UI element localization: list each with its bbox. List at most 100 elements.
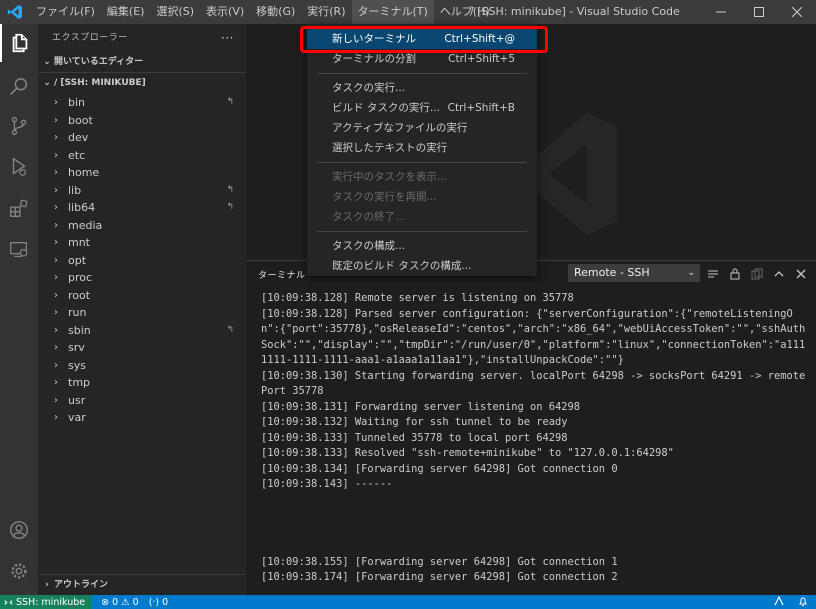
clear-output-icon[interactable]	[706, 267, 720, 281]
folder-item[interactable]: › sys	[38, 357, 246, 375]
error-count: 0	[112, 596, 119, 608]
panel-actions	[706, 261, 808, 287]
folder-item[interactable]: › home	[38, 164, 246, 182]
chevron-right-icon: ›	[54, 394, 58, 406]
remote-label: SSH: minikube	[16, 596, 86, 608]
outline-section[interactable]: › アウトライン	[38, 574, 248, 595]
folder-item[interactable]: › lib ↰	[38, 182, 246, 200]
workspace-root-section[interactable]: ⌄ / [SSH: MINIKUBE]	[38, 72, 246, 93]
feedback-icon[interactable]	[774, 595, 784, 609]
terminal-menu-item[interactable]: アクティブなファイルの実行	[307, 118, 537, 138]
folder-item[interactable]: › bin ↰	[38, 94, 246, 112]
lock-icon[interactable]	[728, 267, 742, 281]
terminal-output[interactable]: [10:09:38.128] Remote server is listenin…	[261, 291, 809, 586]
remote-indicator[interactable]: SSH: minikube	[0, 595, 92, 609]
source-control-icon[interactable]	[0, 107, 38, 145]
extensions-icon[interactable]	[0, 190, 38, 228]
folder-item[interactable]: › opt	[38, 252, 246, 270]
status-right	[774, 595, 808, 609]
terminal-menu-item: タスクの終了...	[307, 207, 537, 227]
symlink-icon: ↰	[226, 97, 234, 107]
menu-item-label: ビルド タスクの実行...	[332, 102, 440, 114]
close-panel-icon[interactable]	[794, 267, 808, 281]
more-actions-icon[interactable]: ···	[221, 24, 234, 52]
remote-explorer-icon[interactable]	[0, 231, 38, 269]
folder-item[interactable]: › tmp	[38, 374, 246, 392]
chevron-down-icon: ⌄	[43, 57, 51, 67]
menu-item[interactable]: 選択(S)	[150, 0, 200, 24]
menu-item[interactable]: ファイル(F)	[30, 0, 101, 24]
terminal-menu-item[interactable]: 既定のビルド タスクの構成...	[307, 256, 537, 276]
menu-item-label: 実行中のタスクを表示...	[332, 171, 448, 183]
menu-item[interactable]: 編集(E)	[101, 0, 151, 24]
menu-item[interactable]: 実行(R)	[301, 0, 351, 24]
bell-icon[interactable]	[798, 596, 808, 609]
folder-item[interactable]: › etc	[38, 147, 246, 165]
terminal-menu-item[interactable]: ビルド タスクの実行... Ctrl+Shift+B	[307, 98, 537, 118]
terminal-menu-item[interactable]: タスクの実行...	[307, 78, 537, 98]
folder-item[interactable]: › var	[38, 409, 246, 427]
folder-label: srv	[68, 341, 85, 354]
chevron-right-icon: ›	[54, 359, 58, 371]
ports-indicator[interactable]: (·) 0	[149, 597, 168, 608]
folder-label: media	[68, 218, 103, 232]
chevron-right-icon: ›	[54, 307, 58, 318]
maximize-panel-icon[interactable]	[772, 267, 786, 281]
menu-item[interactable]: 移動(G)	[250, 0, 301, 24]
chevron-right-icon: ›	[54, 149, 58, 161]
folder-item[interactable]: › root	[38, 287, 246, 305]
chevron-right-icon: ›	[54, 114, 58, 126]
terminal-line: [10:09:38.130] Starting forwarding serve…	[261, 369, 806, 398]
folder-item[interactable]: › usr	[38, 392, 246, 410]
folder-item[interactable]: › lib64 ↰	[38, 199, 246, 217]
folder-label: dev	[68, 131, 89, 144]
highlight-annotation	[300, 26, 548, 53]
folder-item[interactable]: › proc	[38, 269, 246, 287]
warning-icon: ⚠	[121, 596, 130, 608]
terminal-select[interactable]: Remote - SSH ⌄	[568, 264, 700, 282]
folder-item[interactable]: › run	[38, 304, 246, 322]
problems-indicator[interactable]: ⊗ 0 ⚠ 0	[101, 597, 139, 608]
folder-item[interactable]: › media	[38, 217, 246, 235]
folder-item[interactable]: › srv	[38, 339, 246, 357]
folder-label: sbin	[68, 323, 91, 337]
accounts-icon[interactable]	[0, 511, 38, 549]
tab-terminal[interactable]: ターミナル	[258, 268, 306, 281]
gear-icon[interactable]	[0, 552, 38, 590]
menu-item-label: タスクの実行...	[332, 82, 406, 94]
menu-item-label: タスクの終了...	[332, 211, 406, 223]
terminal-menu-item[interactable]: 選択したテキストの実行	[307, 138, 537, 158]
terminal-line: [10:09:38.128] Remote server is listenin…	[261, 292, 574, 304]
title-bar: ファイル(F) 編集(E) 選択(S) 表示(V) 移動(G) 実行(R) ターミナル(T)…	[0, 0, 816, 24]
menu-item-label: タスクの構成...	[332, 240, 406, 252]
open-editors-section[interactable]: ⌄ 開いているエディター	[38, 52, 246, 72]
terminal-menu-item: タスクの実行を再開...	[307, 187, 537, 207]
menu-item[interactable]: 表示(V)	[200, 0, 250, 24]
search-icon[interactable]	[0, 68, 38, 106]
chevron-right-icon: ›	[54, 202, 58, 213]
chevron-right-icon: ›	[54, 97, 58, 108]
folder-label: lib64	[68, 201, 96, 214]
chevron-right-icon: ›	[54, 377, 58, 388]
minimize-icon[interactable]	[702, 0, 740, 24]
chevron-right-icon: ›	[45, 580, 49, 590]
folder-item[interactable]: › sbin ↰	[38, 322, 246, 340]
explorer-header: エクスプローラー ···	[38, 24, 246, 52]
folder-label: lib	[68, 183, 82, 197]
terminal-menu: 新しいターミナル Ctrl+Shift+@ ターミナルの分割 Ctrl+Shift+5…	[307, 24, 537, 276]
chevron-right-icon: ›	[54, 132, 58, 143]
close-window-icon[interactable]	[778, 0, 816, 24]
terminal-menu-item[interactable]: タスクの構成...	[307, 236, 537, 256]
maximize-icon[interactable]	[740, 0, 778, 24]
menu-item[interactable]: ターミナル(T)	[351, 0, 434, 24]
run-debug-icon[interactable]	[0, 148, 38, 186]
folder-item[interactable]: › dev	[38, 129, 246, 147]
folder-item[interactable]: › boot	[38, 112, 246, 130]
copy-icon[interactable]	[750, 267, 764, 281]
remote-icon	[4, 599, 13, 605]
folder-item[interactable]: › mnt	[38, 234, 246, 252]
explorer-icon[interactable]	[0, 24, 38, 62]
chevron-down-icon: ⌄	[43, 78, 51, 88]
